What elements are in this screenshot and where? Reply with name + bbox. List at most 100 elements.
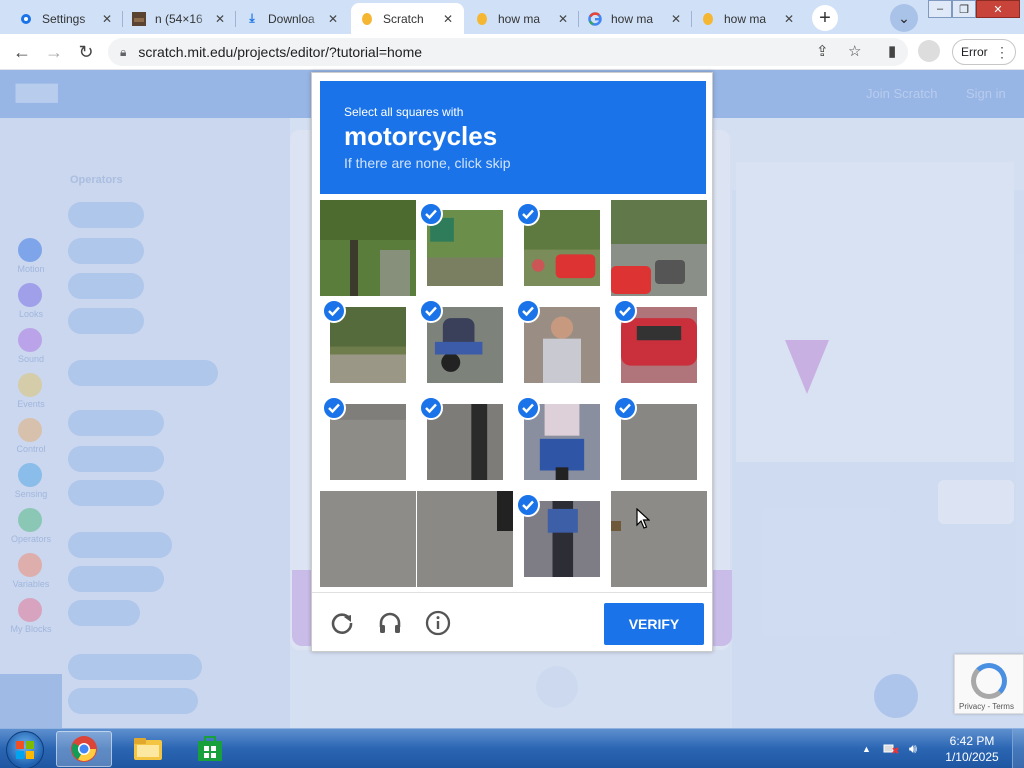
system-tray: ▲ 🔊︎ [862, 729, 917, 768]
tile-image [320, 491, 416, 587]
captcha-tile[interactable] [417, 297, 513, 393]
close-icon[interactable]: ✕ [555, 12, 571, 26]
tile-image [611, 200, 707, 296]
new-tab-button[interactable]: + [812, 5, 838, 31]
captcha-tile[interactable] [320, 297, 416, 393]
captcha-tile[interactable] [514, 200, 610, 296]
verify-button[interactable]: VERIFY [604, 603, 704, 645]
challenge-target: motorcycles [344, 121, 498, 151]
checkmark-icon [613, 299, 637, 323]
store-icon [198, 736, 222, 761]
tab-title: Downloa [268, 11, 315, 26]
info-button[interactable] [422, 607, 454, 639]
recaptcha-badge[interactable]: Privacy - Terms [954, 654, 1024, 714]
lock-icon: 🔒︎ [120, 44, 127, 59]
side-panel-icon[interactable]: ▮ [888, 42, 896, 60]
close-icon[interactable]: ✕ [212, 12, 228, 26]
challenge-hint: If there are none, click skip [344, 155, 511, 171]
close-icon[interactable]: ✕ [325, 12, 341, 26]
volume-icon[interactable]: 🔊︎ [909, 741, 917, 757]
taskbar-chrome[interactable] [56, 731, 112, 767]
network-icon[interactable] [883, 741, 899, 758]
tab-downloads[interactable]: ⤓ Downloa ✕ [236, 3, 349, 34]
taskbar: ▲ 🔊︎ 6:42 PM 1/10/2025 [0, 728, 1024, 768]
maximize-button[interactable]: ❐ [952, 0, 976, 18]
tab-how-many-2[interactable]: how ma ✕ [579, 3, 692, 34]
chevron-down-icon: ⌄ [898, 9, 910, 26]
google-icon [587, 11, 603, 27]
checkmark-icon [419, 396, 443, 420]
close-icon[interactable]: ✕ [781, 12, 797, 26]
captcha-tile[interactable] [514, 394, 610, 490]
share-icon[interactable]: ⇪ [816, 42, 829, 60]
audio-challenge-button[interactable] [374, 607, 406, 639]
clock[interactable]: 6:42 PM 1/10/2025 [936, 733, 1008, 765]
profile-error-button[interactable]: Error ⋮ [952, 39, 1016, 65]
captcha-tile[interactable] [514, 297, 610, 393]
profile-error-label: Error [961, 45, 988, 59]
captcha-tile[interactable] [417, 394, 513, 490]
reload-button[interactable]: ↻ [74, 40, 98, 64]
captcha-tile[interactable] [514, 491, 610, 587]
captcha-tile[interactable] [417, 491, 513, 587]
mouse-cursor-icon [636, 508, 650, 529]
tab-title: Settings [42, 11, 86, 26]
tab-image[interactable]: n (54×16 ✕ [123, 3, 236, 34]
profile-avatar-icon[interactable] [918, 40, 940, 62]
more-vertical-icon: ⋮ [995, 43, 1009, 60]
checkmark-icon [322, 299, 346, 323]
tab-title: how ma [498, 11, 541, 26]
reload-challenge-button[interactable] [326, 607, 358, 639]
reload-icon: ↻ [78, 41, 94, 62]
checkmark-icon [516, 493, 540, 517]
privacy-terms-links[interactable]: Privacy - Terms [959, 702, 1014, 711]
close-window-button[interactable]: ✕ [976, 0, 1020, 18]
show-desktop-button[interactable] [1012, 729, 1024, 768]
close-icon[interactable]: ✕ [99, 12, 115, 26]
checkmark-icon [419, 202, 443, 226]
folder-icon [134, 738, 162, 760]
checkmark-icon [516, 299, 540, 323]
captcha-tile[interactable] [320, 394, 416, 490]
tab-how-many-1[interactable]: how ma ✕ [466, 3, 579, 34]
captcha-tile[interactable] [417, 200, 513, 296]
minimize-button[interactable]: – [928, 0, 952, 18]
restore-icon: ❐ [959, 3, 969, 16]
recaptcha-challenge: Select all squares with motorcycles If t… [311, 72, 713, 652]
address-bar[interactable]: 🔒︎ scratch.mit.edu/projects/editor/?tuto… [108, 38, 908, 66]
challenge-footer: VERIFY [312, 592, 712, 652]
close-icon[interactable]: ✕ [440, 12, 456, 26]
headphones-icon [379, 612, 401, 633]
taskbar-store[interactable] [182, 731, 238, 767]
star-icon[interactable]: ☆ [848, 42, 861, 60]
start-button[interactable] [6, 731, 44, 768]
info-icon [425, 610, 451, 636]
captcha-tile[interactable] [611, 394, 707, 490]
plus-icon: + [819, 6, 831, 29]
forward-button[interactable]: → [42, 40, 66, 64]
recaptcha-logo-icon [971, 663, 1007, 699]
captcha-tile[interactable] [611, 297, 707, 393]
taskbar-explorer[interactable] [120, 731, 176, 767]
captcha-tile[interactable] [611, 200, 707, 296]
captcha-tile[interactable] [320, 200, 416, 296]
scratch-cat-icon [474, 11, 490, 27]
back-button[interactable]: ← [10, 40, 34, 64]
captcha-tile[interactable] [320, 491, 416, 587]
captcha-tile[interactable] [611, 491, 707, 587]
arrow-left-icon: ← [13, 41, 31, 62]
show-hidden-icons-icon[interactable]: ▲ [862, 744, 871, 754]
tab-scratch[interactable]: Scratch ✕ [351, 3, 464, 34]
clock-date: 1/10/2025 [945, 750, 999, 764]
tab-settings[interactable]: Settings ✕ [10, 3, 123, 34]
tab-strip: Settings ✕ n (54×16 ✕ ⤓ Downloa ✕ Scratc… [0, 0, 1024, 34]
close-icon[interactable]: ✕ [668, 12, 684, 26]
tile-image [417, 491, 513, 587]
tab-search-button[interactable]: ⌄ [890, 4, 918, 32]
gear-icon [18, 11, 34, 27]
tab-title: n (54×16 [155, 11, 203, 26]
checkmark-icon [322, 396, 346, 420]
tab-how-many-3[interactable]: how ma ✕ [692, 3, 805, 34]
url-text: scratch.mit.edu/projects/editor/?tutoria… [138, 44, 423, 60]
checkmark-icon [613, 396, 637, 420]
